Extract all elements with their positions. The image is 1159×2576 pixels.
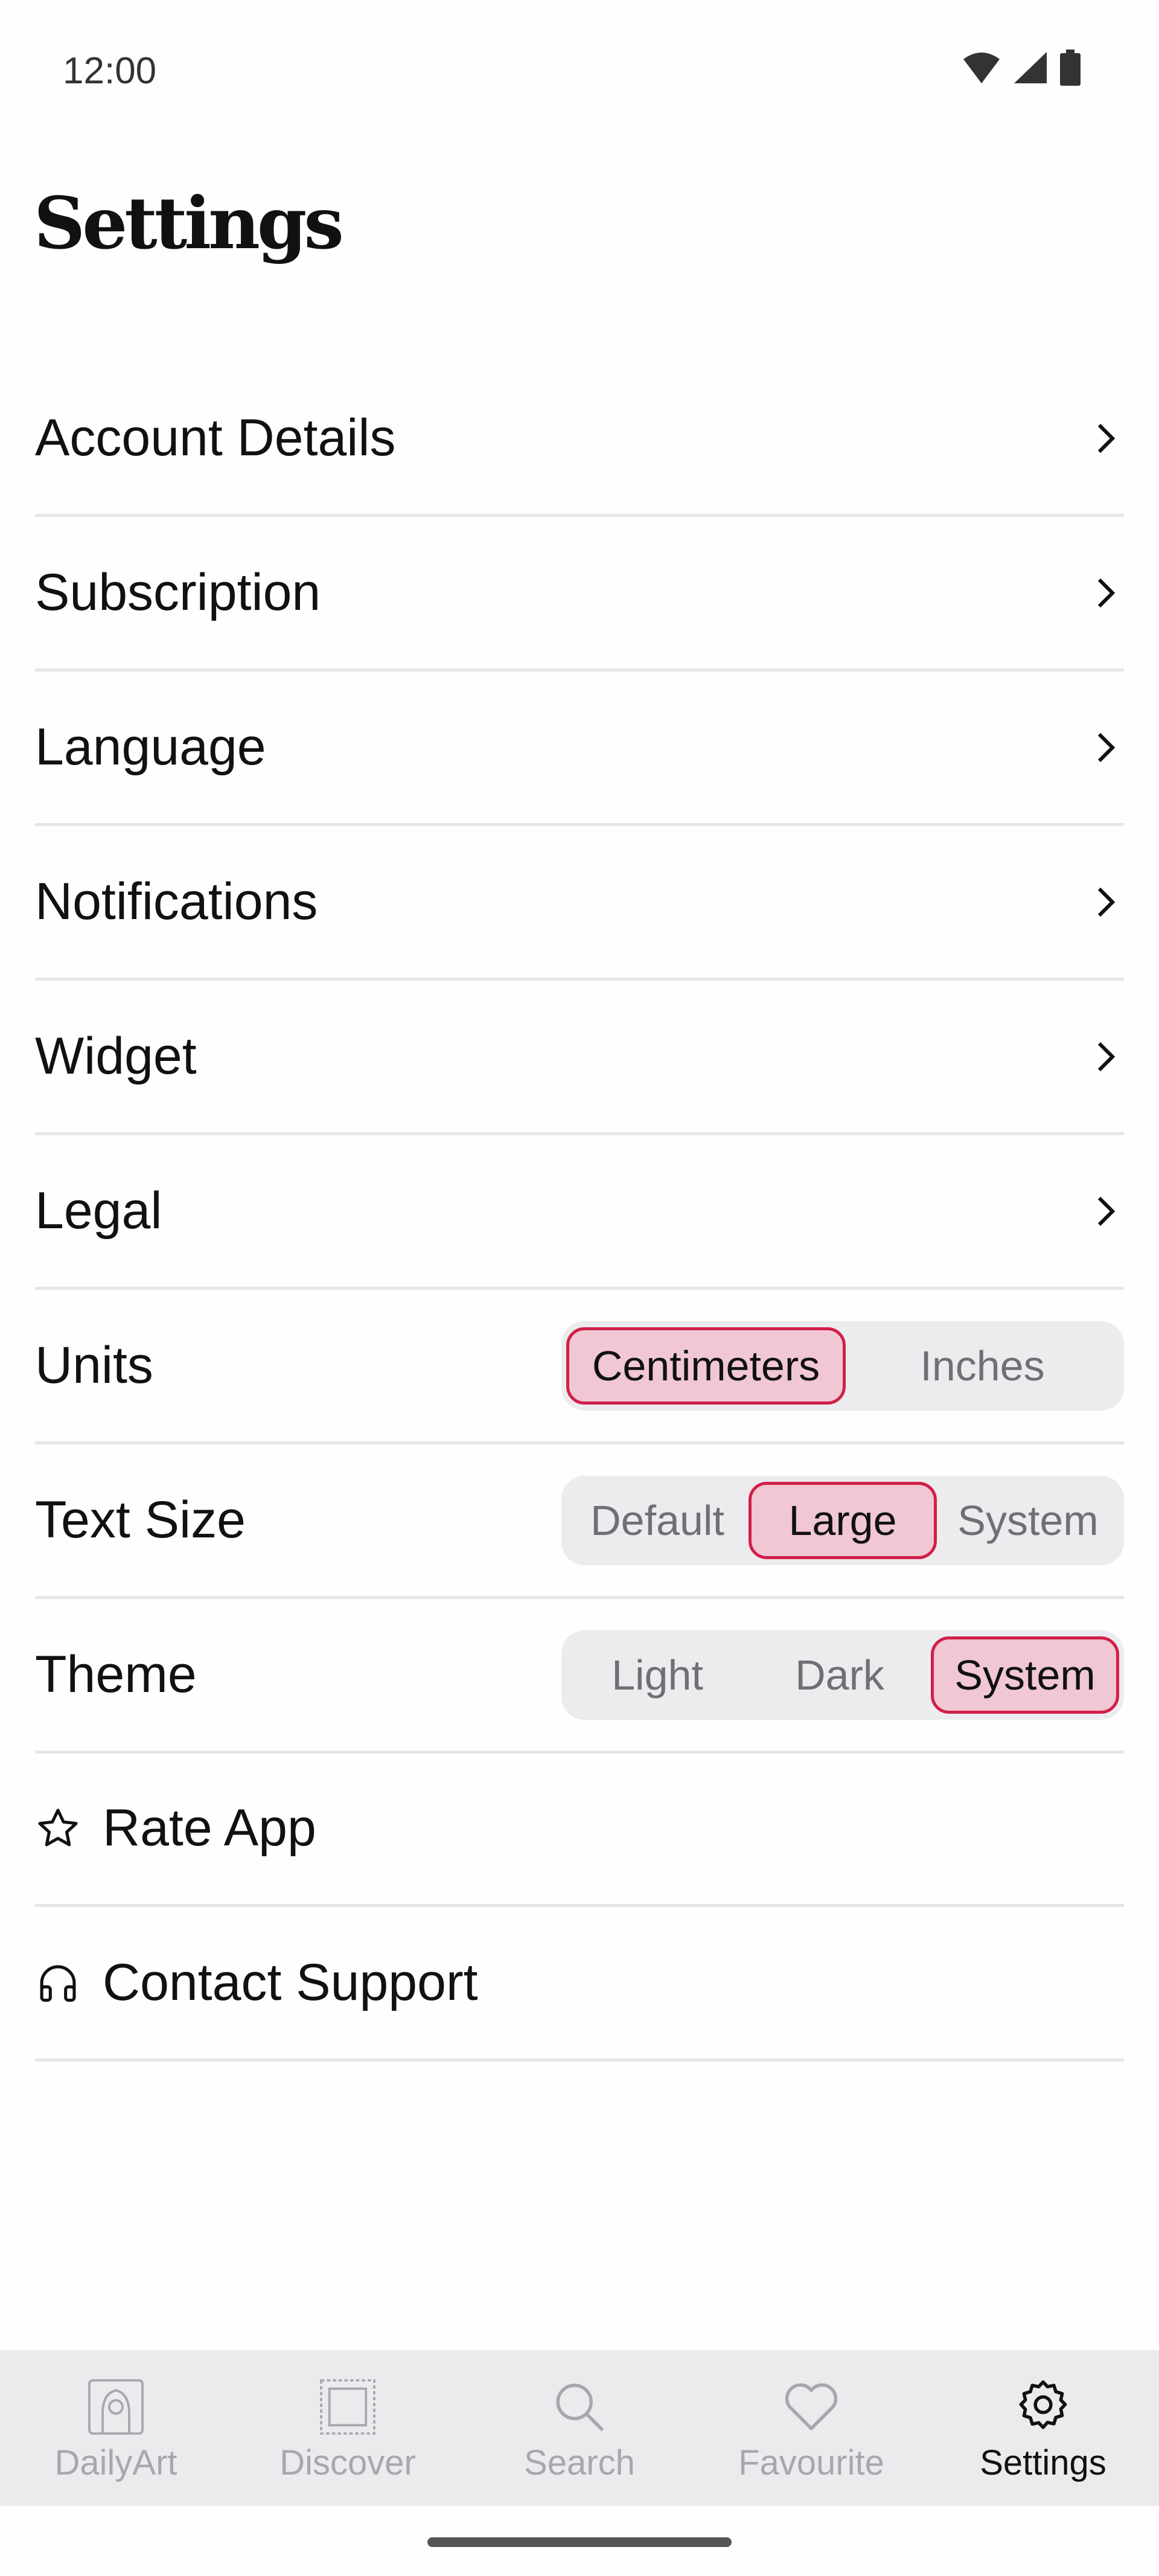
row-label: Legal	[35, 1182, 162, 1240]
units-option-inches[interactable]: Inches	[846, 1327, 1119, 1405]
row-label: Contact Support	[103, 1953, 478, 2011]
search-icon	[556, 2383, 604, 2431]
row-language[interactable]: Language	[35, 671, 1124, 826]
chevron-right-icon	[1088, 729, 1124, 766]
row-label: Subscription	[35, 563, 321, 621]
page-title: Settings	[34, 181, 344, 265]
status-time: 12:00	[63, 50, 157, 92]
row-legal[interactable]: Legal	[35, 1135, 1124, 1290]
theme-segmented-control: Light Dark System	[561, 1630, 1124, 1720]
nav-label: Search	[524, 2443, 635, 2482]
row-label: Rate App	[103, 1799, 316, 1857]
cellular-signal-icon	[1014, 52, 1047, 83]
row-text-size: Text Size Default Large System	[35, 1444, 1124, 1599]
row-widget[interactable]: Widget	[35, 981, 1124, 1135]
headset-icon	[35, 1960, 81, 2006]
row-label: Language	[35, 718, 266, 776]
text-size-segmented-control: Default Large System	[561, 1475, 1124, 1565]
units-segmented-control: Centimeters Inches	[561, 1321, 1124, 1411]
heart-icon	[785, 2383, 838, 2430]
chevron-right-icon	[1088, 1193, 1124, 1229]
wifi-icon	[963, 53, 1000, 83]
chevron-right-icon	[1088, 1039, 1124, 1075]
row-theme: Theme Light Dark System	[35, 1599, 1124, 1754]
row-label: Units	[35, 1336, 153, 1394]
theme-option-dark[interactable]: Dark	[749, 1636, 931, 1714]
bottom-nav: DailyArt Discover Search Favourite Setti…	[0, 2350, 1159, 2506]
row-label: Notifications	[35, 873, 318, 931]
theme-option-system[interactable]: System	[931, 1636, 1119, 1714]
rate-app-button[interactable]: Rate App	[35, 1752, 1124, 1907]
chevron-right-icon	[1088, 420, 1124, 457]
nav-label: DailyArt	[54, 2443, 177, 2482]
status-bar: 12:00	[0, 0, 1159, 139]
row-units: Units Centimeters Inches	[35, 1290, 1124, 1444]
theme-option-light[interactable]: Light	[566, 1636, 749, 1714]
actions-list: Rate App Contact Support	[35, 1752, 1124, 2062]
gear-icon	[1019, 2380, 1067, 2429]
nav-item-search[interactable]: Search	[464, 2350, 695, 2506]
chevron-right-icon	[1088, 884, 1124, 920]
nav-label: Settings	[980, 2443, 1106, 2482]
home-indicator[interactable]	[427, 2537, 732, 2547]
text-size-option-default[interactable]: Default	[566, 1482, 749, 1559]
row-account-details[interactable]: Account Details	[35, 362, 1124, 517]
row-label: Account Details	[35, 409, 396, 467]
nav-item-favourite[interactable]: Favourite	[695, 2350, 927, 2506]
contact-support-button[interactable]: Contact Support	[35, 1907, 1124, 2062]
nav-item-settings[interactable]: Settings	[927, 2350, 1159, 2506]
row-subscription[interactable]: Subscription	[35, 517, 1124, 671]
nav-label: Discover	[279, 2443, 416, 2482]
settings-list: Account Details Subscription Language No…	[35, 362, 1124, 1754]
row-label: Text Size	[35, 1491, 246, 1549]
painting-figure-icon	[88, 2379, 144, 2435]
star-icon	[35, 1805, 81, 1851]
framed-picture-icon	[320, 2379, 375, 2435]
nav-label: Favourite	[738, 2443, 884, 2482]
chevron-right-icon	[1088, 575, 1124, 611]
nav-item-discover[interactable]: Discover	[232, 2350, 464, 2506]
status-icons	[962, 50, 1081, 86]
row-label: Widget	[35, 1027, 197, 1085]
text-size-option-system[interactable]: System	[937, 1482, 1119, 1559]
row-label: Theme	[35, 1645, 197, 1703]
units-option-centimeters[interactable]: Centimeters	[566, 1327, 846, 1405]
battery-icon	[1060, 50, 1081, 86]
nav-item-dailyart[interactable]: DailyArt	[0, 2350, 232, 2506]
text-size-option-large[interactable]: Large	[749, 1481, 937, 1559]
row-notifications[interactable]: Notifications	[35, 826, 1124, 981]
